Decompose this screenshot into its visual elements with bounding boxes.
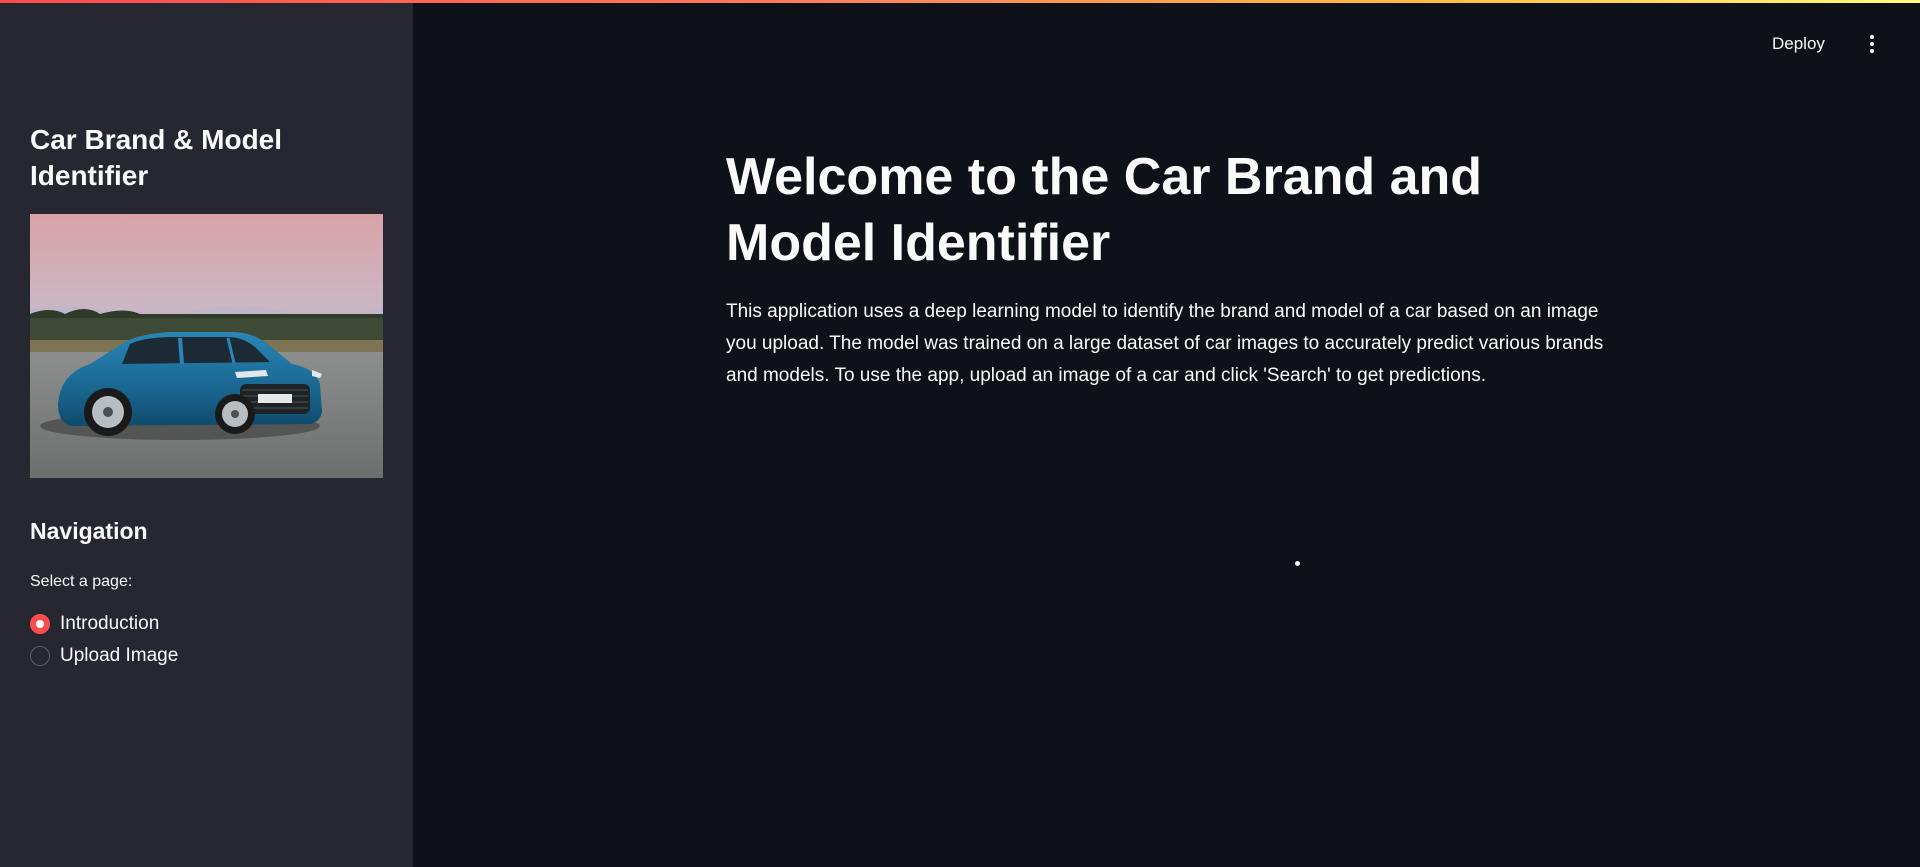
radio-option-label: Upload Image: [60, 645, 179, 666]
page-radio-group: Introduction Upload Image: [30, 608, 178, 672]
more-vertical-icon[interactable]: [1860, 30, 1884, 58]
page-title: Welcome to the Car Brand and Model Ident…: [726, 148, 1483, 272]
navigation-heading: Navigation: [30, 518, 148, 544]
radio-selected-icon[interactable]: [30, 614, 50, 634]
radio-unselected-icon[interactable]: [30, 646, 50, 666]
car-photo-icon: [30, 214, 383, 478]
sidebar: Car Brand & Model Identifier Navigation …: [0, 0, 413, 867]
radio-option-label: Introduction: [60, 613, 160, 634]
sidebar-title: Car Brand & Model Identifier: [30, 124, 283, 191]
loading-dot: [1295, 561, 1300, 566]
radio-option-introduction[interactable]: Introduction: [30, 608, 178, 640]
radio-option-upload-image[interactable]: Upload Image: [30, 640, 178, 672]
deploy-button[interactable]: Deploy: [1772, 30, 1825, 58]
radio-group-label: Select a page:: [30, 573, 133, 590]
car-image: [30, 214, 383, 478]
top-decoration-bar: [0, 0, 1920, 3]
intro-paragraph: This application uses a deep learning mo…: [726, 301, 1604, 386]
